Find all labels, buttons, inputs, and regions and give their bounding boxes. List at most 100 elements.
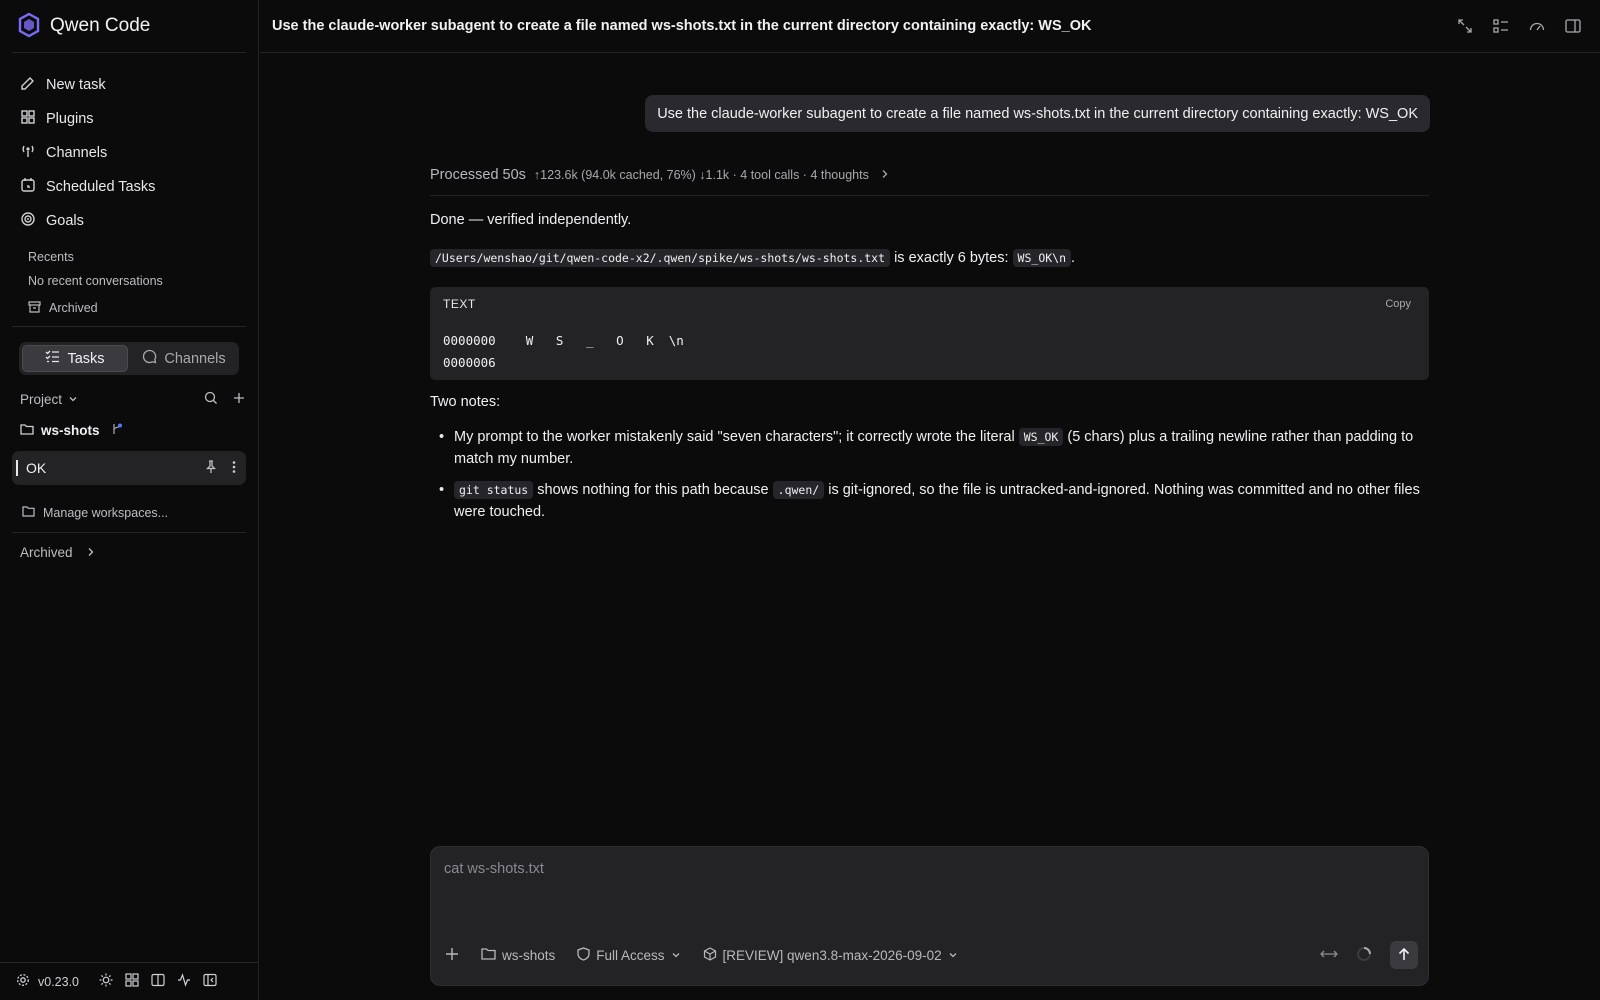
nav-channels[interactable]: Channels [12, 136, 248, 170]
processed-time: Processed 50s [430, 167, 526, 183]
plus-icon[interactable] [232, 391, 246, 408]
arrow-up-icon [1398, 947, 1410, 964]
note-code: .qwen/ [772, 481, 825, 499]
checklist-icon[interactable] [1492, 17, 1510, 38]
divider [430, 195, 1429, 196]
brand[interactable]: Qwen Code [16, 12, 150, 40]
manage-workspaces-link[interactable]: Manage workspaces... [22, 505, 168, 520]
note-code: WS_OK [1018, 428, 1064, 446]
more-vertical-icon[interactable] [232, 460, 236, 477]
app-title: Qwen Code [50, 15, 151, 36]
search-icon[interactable] [204, 391, 218, 408]
archived-section-toggle[interactable]: Archived [20, 545, 95, 560]
notes-title: Two notes: [430, 394, 501, 410]
nav-scheduled-tasks[interactable]: Scheduled Tasks [12, 170, 248, 204]
composer-toolbar: ws-shots Full Access [REVIEW] qwen3.8-ma… [445, 941, 1418, 969]
chevron-down-icon [671, 948, 681, 963]
tab-tasks[interactable]: Tasks [22, 345, 128, 372]
recents-empty-text: No recent conversations [28, 274, 163, 288]
code-line: 0000006 [443, 355, 496, 370]
gear-icon [16, 973, 30, 990]
right-panel-icon[interactable] [1564, 17, 1582, 38]
settings-version[interactable]: v0.23.0 [16, 973, 79, 990]
divider [12, 326, 246, 327]
split-view-icon[interactable] [151, 973, 165, 990]
add-attachment-icon[interactable] [445, 947, 459, 964]
project-label: Project [20, 391, 63, 407]
divider [12, 532, 246, 533]
conversation-title: Use the claude-worker subagent to create… [272, 18, 1092, 34]
model-label: [REVIEW] qwen3.8-max-2026-09-02 [722, 947, 942, 963]
note-text: My prompt to the worker mistakenly said … [454, 429, 1019, 445]
expand-horizontal-icon[interactable] [1320, 947, 1338, 963]
main-nav: New task Plugins Channels Scheduled Task… [12, 68, 248, 238]
workspace-chip-label: ws-shots [502, 947, 556, 963]
list-item: git status shows nothing for this path b… [430, 480, 1420, 523]
qwen-logo-icon [16, 12, 42, 41]
target-icon [20, 211, 36, 231]
nav-label: Channels [46, 145, 108, 161]
nav-new-task[interactable]: New task [12, 68, 248, 102]
calendar-clock-icon [20, 177, 36, 197]
archived-label: Archived [49, 301, 98, 315]
model-selector[interactable]: [REVIEW] qwen3.8-max-2026-09-02 [703, 946, 958, 964]
nav-label: Plugins [46, 111, 94, 127]
pin-icon[interactable] [204, 459, 218, 477]
project-dropdown[interactable]: Project [20, 392, 78, 407]
nav-label: Scheduled Tasks [46, 179, 156, 195]
file-path-code: /Users/wenshao/git/qwen-code-x2/.qwen/sp… [430, 249, 891, 267]
archived-section-label: Archived [20, 545, 73, 560]
divider [0, 962, 258, 963]
sun-icon[interactable] [99, 973, 113, 990]
chat-bubble-icon [142, 349, 157, 368]
version-label: v0.23.0 [38, 974, 80, 989]
workspace-item[interactable]: ws-shots [20, 422, 124, 439]
conversation-header: Use the claude-worker subagent to create… [260, 0, 1600, 53]
collapse-sidebar-icon[interactable] [203, 973, 217, 990]
sidebar-footer: v0.23.0 [16, 973, 217, 990]
workspace-name: ws-shots [41, 423, 100, 438]
nav-plugins[interactable]: Plugins [12, 102, 248, 136]
archive-icon [28, 300, 41, 316]
code-language: TEXT [443, 297, 476, 311]
response-text: . [1071, 250, 1076, 266]
user-message: Use the claude-worker subagent to create… [645, 95, 1430, 132]
copy-button[interactable]: Copy [1385, 298, 1411, 310]
composer: ws-shots Full Access [REVIEW] qwen3.8-ma… [430, 846, 1429, 986]
project-header: Project [20, 388, 246, 410]
tab-tasks-label: Tasks [67, 350, 105, 367]
plugins-icon [20, 109, 36, 129]
code-content: 0000000 W S _ O K \n 0000006 [443, 330, 684, 374]
note-text: shows nothing for this path because [533, 482, 773, 498]
access-label: Full Access [596, 947, 665, 963]
token-stats: ↑123.6k (94.0k cached, 76%) ↓1.1k · 4 to… [533, 168, 869, 182]
header-actions [1456, 17, 1582, 38]
access-selector[interactable]: Full Access [577, 946, 681, 964]
activity-icon[interactable] [177, 973, 191, 990]
workspace-selector[interactable]: ws-shots [481, 947, 555, 963]
list-item: My prompt to the worker mistakenly said … [430, 427, 1420, 470]
nav-goals[interactable]: Goals [12, 204, 248, 238]
divider [12, 52, 246, 53]
notes-list: My prompt to the worker mistakenly said … [430, 427, 1420, 533]
tab-channels[interactable]: Channels [132, 345, 236, 372]
gauge-icon[interactable] [1528, 17, 1546, 38]
expand-icon[interactable] [1456, 17, 1474, 38]
edit-icon [20, 75, 36, 95]
recents-title: Recents [28, 250, 74, 264]
recents-archived-link[interactable]: Archived [28, 300, 98, 316]
send-button[interactable] [1390, 941, 1418, 969]
code-block: TEXT Copy 0000000 W S _ O K \n 0000006 [430, 287, 1429, 380]
processing-summary[interactable]: Processed 50s ↑123.6k (94.0k cached, 76%… [430, 167, 889, 183]
list-icon [45, 349, 60, 368]
chevron-right-icon [87, 545, 95, 560]
grid-icon[interactable] [125, 973, 139, 990]
task-title: OK [26, 460, 47, 476]
prompt-input[interactable] [444, 861, 1344, 877]
sidebar: Qwen Code New task Plugins Channels Sche… [0, 0, 259, 1000]
git-branch-icon [110, 422, 124, 439]
tab-channels-label: Channels [164, 350, 226, 367]
task-item-active[interactable]: OK [12, 451, 246, 485]
broadcast-icon [20, 143, 36, 163]
sidebar-view-toggle: Tasks Channels [19, 342, 239, 375]
